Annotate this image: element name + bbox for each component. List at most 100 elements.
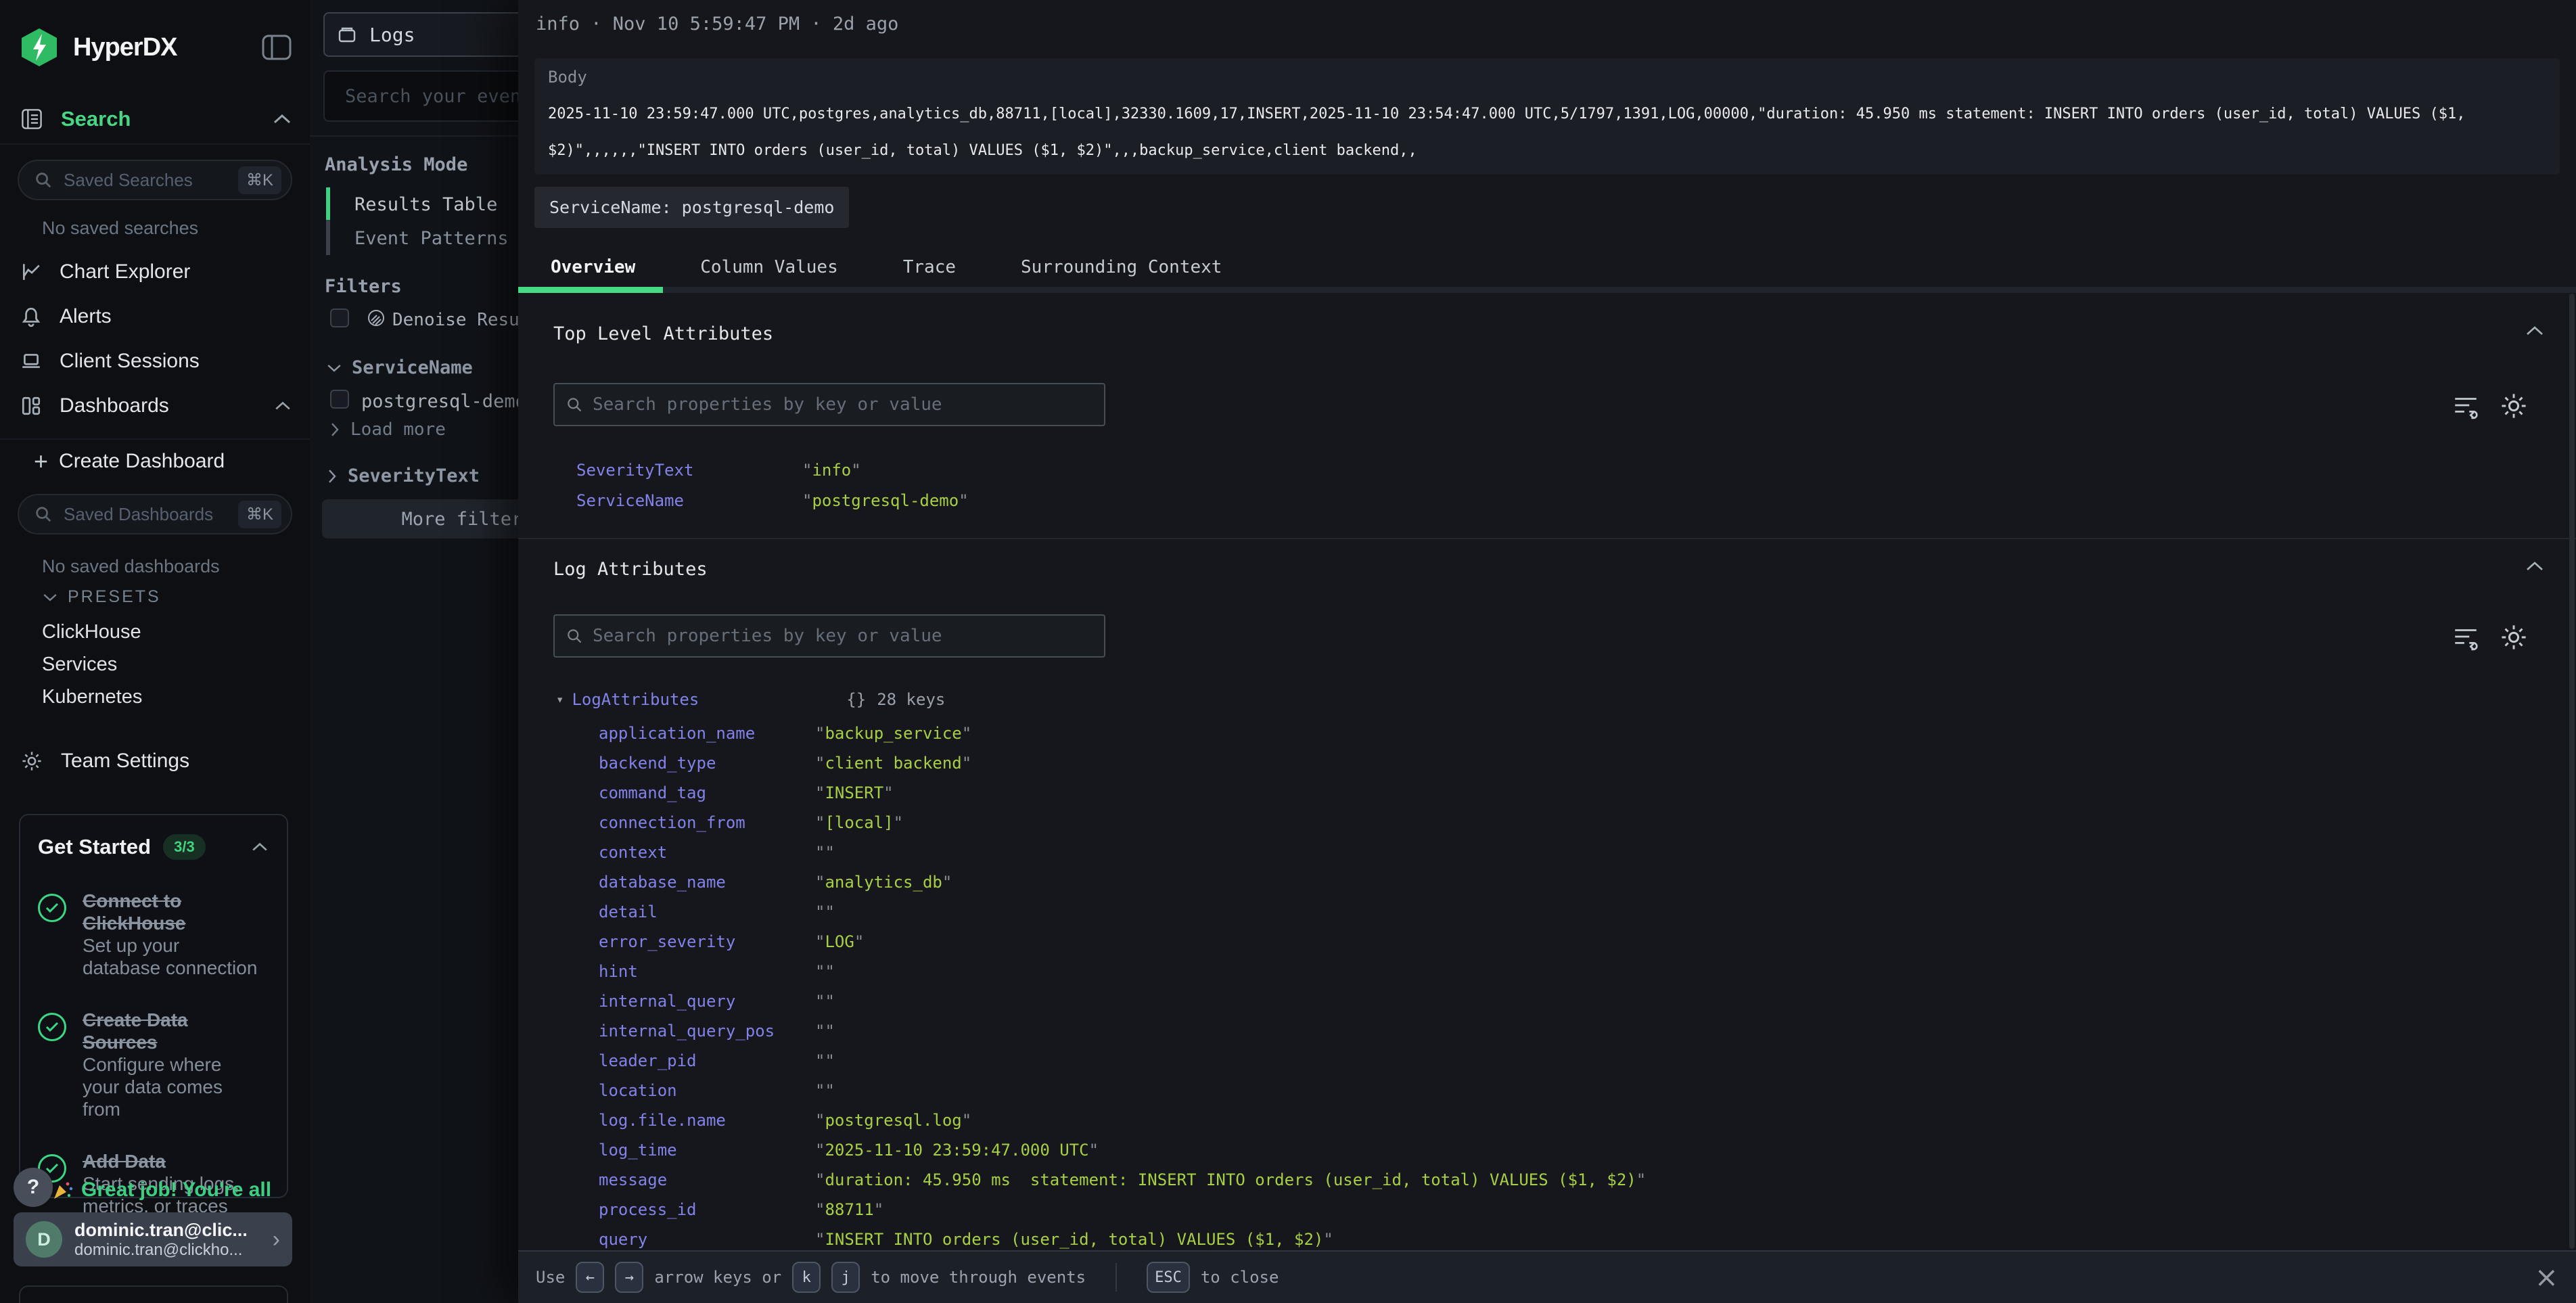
attribute-value[interactable]: 88711 [815,1200,883,1219]
sidebar-item-alerts[interactable]: Alerts [20,302,292,331]
attribute-key[interactable]: detail [599,902,815,921]
attribute-row[interactable]: context [599,838,1646,867]
attribute-row[interactable]: error_severity LOG [599,927,1646,957]
tab-surrounding-context[interactable]: Surrounding Context [988,248,1254,287]
attribute-key[interactable]: message [599,1170,815,1189]
chevron-up-icon[interactable] [250,842,269,852]
attribute-value[interactable]: client backend [815,754,971,773]
attribute-value[interactable] [815,843,835,862]
chevron-up-icon[interactable] [273,401,292,411]
sidebar-item-clickhouse[interactable]: ClickHouse [42,621,141,643]
sidebar-item-services[interactable]: Services [42,654,117,676]
attribute-key[interactable]: leader_pid [599,1051,815,1070]
attribute-value[interactable]: INSERT INTO orders (user_id, total) VALU… [815,1230,1333,1249]
attribute-key[interactable]: log_time [599,1141,815,1160]
attribute-row[interactable]: log_time 2025-11-10 23:59:47.000 UTC [599,1135,1646,1165]
presets-toggle[interactable]: PRESETS [42,587,161,607]
attribute-row[interactable]: log.file.name postgresql.log [599,1105,1646,1135]
attribute-value[interactable] [815,1051,835,1070]
attribute-value[interactable] [815,1022,835,1041]
log-attributes-root[interactable]: ▾ LogAttributes {} 28 keys [556,690,945,709]
attribute-value[interactable]: postgresql.log [815,1111,971,1130]
attribute-row[interactable]: application_name backup_service [599,718,1646,748]
gear-icon[interactable] [2499,622,2529,652]
service-name-chip[interactable]: ServiceName: postgresql-demo [534,187,849,228]
chevron-up-icon[interactable] [2525,325,2545,337]
load-more-button[interactable]: Load more [329,419,446,440]
attribute-key[interactable]: query [599,1230,815,1249]
get-started-item[interactable]: Create Data Sources Configure where your… [38,1009,269,1120]
attribute-key[interactable]: error_severity [599,932,815,951]
postgresql-demo-checkbox[interactable] [330,390,349,409]
attribute-row[interactable]: hint [599,957,1646,986]
attribute-row[interactable]: command_tag INSERT [599,778,1646,808]
attribute-value[interactable] [815,902,835,921]
line-wrap-icon[interactable] [2452,392,2480,420]
attribute-key[interactable]: location [599,1081,815,1100]
attribute-value[interactable]: postgresql-demo [802,491,969,510]
attribute-value[interactable]: [local] [815,813,903,832]
top-level-search-input[interactable]: Search properties by key or value [553,383,1105,426]
help-button[interactable]: ? [14,1168,53,1207]
attribute-key[interactable]: backend_type [599,754,815,773]
attribute-row[interactable]: internal_query_pos [599,1016,1646,1046]
scrollbar[interactable] [2569,294,2575,1249]
attribute-value[interactable]: duration: 45.950 ms statement: INSERT IN… [815,1170,1646,1189]
get-started-header[interactable]: Get Started 3/3 [38,834,269,860]
filter-option-postgresql-demo[interactable]: postgresql-demo [361,391,518,412]
body-text[interactable]: 2025-11-10 23:59:47.000 UTC,postgres,ana… [548,96,2548,169]
attribute-row[interactable]: process_id 88711 [599,1195,1646,1225]
tab-overview[interactable]: Overview [518,248,668,287]
attribute-key[interactable]: internal_query_pos [599,1022,815,1041]
attribute-key[interactable]: process_id [599,1200,815,1219]
sidebar-item-team-settings[interactable]: Team Settings [20,750,189,773]
attribute-key[interactable]: connection_from [599,813,815,832]
filter-group-severitytext[interactable]: SeverityText [326,465,480,486]
more-filters-button[interactable]: More filters [322,499,518,539]
attribute-value[interactable]: info [802,461,861,480]
attribute-row[interactable]: ServiceName postgresql-demo [576,485,969,516]
filter-group-servicename[interactable]: ServiceName [326,357,473,378]
create-dashboard-button[interactable]: + Create Dashboard [34,449,225,474]
sidebar-item-chart-explorer[interactable]: Chart Explorer [20,258,292,286]
attribute-key[interactable]: command_tag [599,783,815,802]
tab-trace[interactable]: Trace [871,248,988,287]
sidebar-item-kubernetes[interactable]: Kubernetes [42,686,142,708]
source-select[interactable]: Logs [323,12,518,57]
attribute-value[interactable]: INSERT [815,783,894,802]
attribute-key[interactable]: hint [599,962,815,981]
sidebar-collapse-icon[interactable] [261,34,292,61]
attribute-value[interactable]: LOG [815,932,864,951]
sidebar-item-dashboards[interactable]: Dashboards [20,392,292,420]
attribute-row[interactable]: message duration: 45.950 ms statement: I… [599,1165,1646,1195]
attribute-row[interactable]: location [599,1076,1646,1105]
attribute-key[interactable]: application_name [599,724,815,743]
close-icon[interactable]: × [2535,1263,2558,1291]
attribute-row[interactable]: SeverityText info [576,455,969,485]
denoise-checkbox[interactable] [330,308,349,327]
attribute-value[interactable] [815,1081,835,1100]
mode-results-table[interactable]: Results Table [354,194,497,215]
user-menu[interactable]: D dominic.tran@clic... dominic.tran@clic… [14,1212,292,1266]
attribute-row[interactable]: database_name analytics_db [599,867,1646,897]
tab-column-values[interactable]: Column Values [668,248,871,287]
saved-searches-input[interactable]: Saved Searches ⌘K [18,160,292,200]
attribute-row[interactable]: internal_query [599,986,1646,1016]
event-search-input[interactable]: Search your events [323,70,518,122]
denoise-label[interactable]: Denoise Results [392,310,518,330]
attribute-row[interactable]: backend_type client backend [599,748,1646,778]
gear-icon[interactable] [2499,391,2529,421]
mode-event-patterns[interactable]: Event Patterns [354,228,509,249]
attribute-value[interactable] [815,992,835,1011]
sidebar-item-client-sessions[interactable]: Client Sessions [20,347,292,375]
attribute-key[interactable]: database_name [599,873,815,892]
sidebar-item-search[interactable]: Search [20,107,292,131]
attribute-value[interactable]: backup_service [815,724,971,743]
line-wrap-icon[interactable] [2452,623,2480,652]
get-started-item[interactable]: Connect to ClickHouse Set up your databa… [38,890,269,979]
attribute-row[interactable]: detail [599,897,1646,927]
attribute-key[interactable]: ServiceName [576,491,802,510]
attribute-value[interactable]: 2025-11-10 23:59:47.000 UTC [815,1141,1099,1160]
attribute-key[interactable]: context [599,843,815,862]
attribute-row[interactable]: leader_pid [599,1046,1646,1076]
